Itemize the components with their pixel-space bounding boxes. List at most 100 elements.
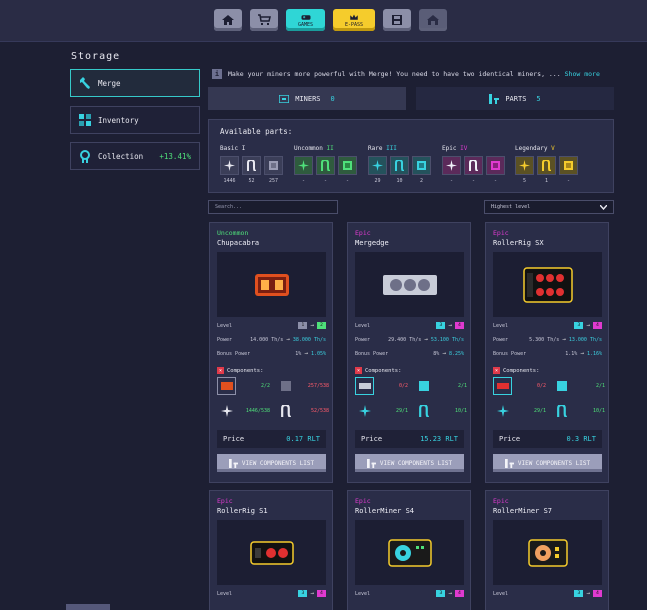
scroll-indicator[interactable] xyxy=(66,604,110,610)
miner-icon xyxy=(279,94,290,103)
tab-parts[interactable]: PARTS 5 xyxy=(416,87,614,110)
fan-part-slot[interactable] xyxy=(294,156,313,175)
chip-icon xyxy=(414,377,433,395)
wire-part-slot[interactable] xyxy=(390,156,409,175)
miner-name: RollerRig S1 xyxy=(217,507,268,515)
home-icon xyxy=(222,15,234,25)
power-row: Power 14.000 Th/s → 38.000 Th/s xyxy=(217,336,326,343)
wire-icon xyxy=(395,160,405,171)
crown-icon xyxy=(350,14,358,20)
wire-part-slot[interactable] xyxy=(242,156,261,175)
fan-part-slot[interactable] xyxy=(368,156,387,175)
component-item: 2/1 xyxy=(414,376,467,396)
miner-image xyxy=(493,252,602,317)
info-icon: i xyxy=(212,69,222,79)
games-label: GAMES xyxy=(297,21,314,28)
tab-count: 5 xyxy=(536,94,541,103)
miner-card: Epic Mergedge Level 3 → 4 Power 29.400 Th/s →… xyxy=(347,222,471,483)
close-icon: × xyxy=(217,367,224,374)
tab-label: MINERS xyxy=(295,94,321,103)
wire-icon xyxy=(542,160,552,171)
price-row: Price 0.17 RLT xyxy=(217,430,326,448)
bonus-row: Bonus Power 8% → 8.25% xyxy=(355,350,464,357)
miner-rarity: Epic xyxy=(493,229,509,237)
chip-part-slot[interactable] xyxy=(338,156,357,175)
component-item: 2/2 xyxy=(217,376,270,396)
power-row: Power 5.300 Th/s → 13.000 Th/s xyxy=(493,336,602,343)
components-title: × Components: xyxy=(493,367,540,374)
parts-group-basic: Basic I 1446 52 257 xyxy=(220,145,283,184)
fan-icon xyxy=(446,160,457,171)
chip-part-slot[interactable] xyxy=(486,156,505,175)
fan-icon xyxy=(519,160,530,171)
house-icon xyxy=(427,15,439,25)
miner-name: RollerMiner S4 xyxy=(355,507,415,515)
sidebar-item-collection[interactable]: Collection +13.41% xyxy=(70,142,200,170)
tab-miners[interactable]: MINERS 0 xyxy=(208,87,406,110)
level-row: Level 3 → 4 xyxy=(355,590,464,597)
wire-part-slot[interactable] xyxy=(537,156,556,175)
sidebar-item-inventory[interactable]: Inventory xyxy=(70,106,200,134)
miner-image xyxy=(217,252,326,317)
top-navbar: GAMES E-PASS xyxy=(0,0,647,42)
wire-part-slot[interactable] xyxy=(316,156,335,175)
storage-nav-button[interactable] xyxy=(383,9,411,31)
chip-part-slot[interactable] xyxy=(559,156,578,175)
miner-image xyxy=(355,520,464,585)
parts-icon xyxy=(366,458,376,468)
component-item: 52/538 xyxy=(276,401,329,421)
fan-part-slot[interactable] xyxy=(220,156,239,175)
miner-rarity: Epic xyxy=(355,497,371,505)
room-nav-button[interactable] xyxy=(419,9,447,31)
miner-card: Epic RollerRig S1 Level 3 → 4 xyxy=(209,490,333,610)
component-item: 257/538 xyxy=(276,376,329,396)
miner-part-icon xyxy=(217,377,236,395)
component-item: 0/2 xyxy=(355,376,408,396)
fan-part-slot[interactable] xyxy=(515,156,534,175)
wire-icon xyxy=(247,160,257,171)
parts-icon xyxy=(228,458,238,468)
chip-part-slot[interactable] xyxy=(412,156,431,175)
component-item: 29/1 xyxy=(355,401,408,421)
group-title: Epic IV xyxy=(442,145,468,152)
view-components-button[interactable]: VIEW COMPONENTS LIST xyxy=(493,454,602,472)
tab-label: PARTS xyxy=(505,94,527,103)
miner-card: Uncommon Chupacabra Level 1 → 2 Power 14.000… xyxy=(209,222,333,483)
fan-part-slot[interactable] xyxy=(442,156,461,175)
home-nav-button[interactable] xyxy=(214,9,242,31)
miner-card: Epic RollerMiner S4 Level 3 → 4 xyxy=(347,490,471,610)
view-components-button[interactable]: VIEW COMPONENTS LIST xyxy=(355,454,464,472)
miner-card: Epic RollerMiner S7 Level 3 → 4 xyxy=(485,490,609,610)
chip-icon xyxy=(564,161,573,170)
parts-icon xyxy=(504,458,514,468)
merge-info: i Make your miners more powerful with Me… xyxy=(212,69,600,79)
sidebar-item-merge[interactable]: Merge xyxy=(70,69,200,97)
sort-select[interactable]: Highest level xyxy=(484,200,614,214)
miner-image xyxy=(355,252,464,317)
miner-image xyxy=(217,520,326,585)
show-more-link[interactable]: Show more xyxy=(565,70,600,78)
marketplace-nav-button[interactable] xyxy=(250,9,278,31)
sidebar-item-label: Inventory xyxy=(98,115,139,125)
medal-icon xyxy=(80,150,90,163)
component-item: 2/1 xyxy=(552,376,605,396)
fan-icon xyxy=(217,402,236,420)
miner-rarity: Epic xyxy=(355,229,371,237)
wire-part-slot[interactable] xyxy=(464,156,483,175)
level-row: Level 3 → 4 xyxy=(493,590,602,597)
parts-group-rare: Rare III 29 10 2 xyxy=(368,145,431,184)
fan-icon xyxy=(355,402,374,420)
view-components-button[interactable]: VIEW COMPONENTS LIST xyxy=(217,454,326,472)
chip-part-slot[interactable] xyxy=(264,156,283,175)
epass-nav-button[interactable]: E-PASS xyxy=(333,9,375,31)
miner-image xyxy=(493,520,602,585)
chip-icon xyxy=(491,161,500,170)
chip-icon xyxy=(276,377,295,395)
chip-icon xyxy=(417,161,426,170)
games-nav-button[interactable]: GAMES xyxy=(286,9,325,31)
search-input[interactable]: Search... xyxy=(208,200,338,214)
fan-icon xyxy=(493,402,512,420)
chip-icon xyxy=(343,161,352,170)
gamepad-icon xyxy=(301,14,310,20)
level-row: Level 3 → 4 xyxy=(493,322,602,329)
